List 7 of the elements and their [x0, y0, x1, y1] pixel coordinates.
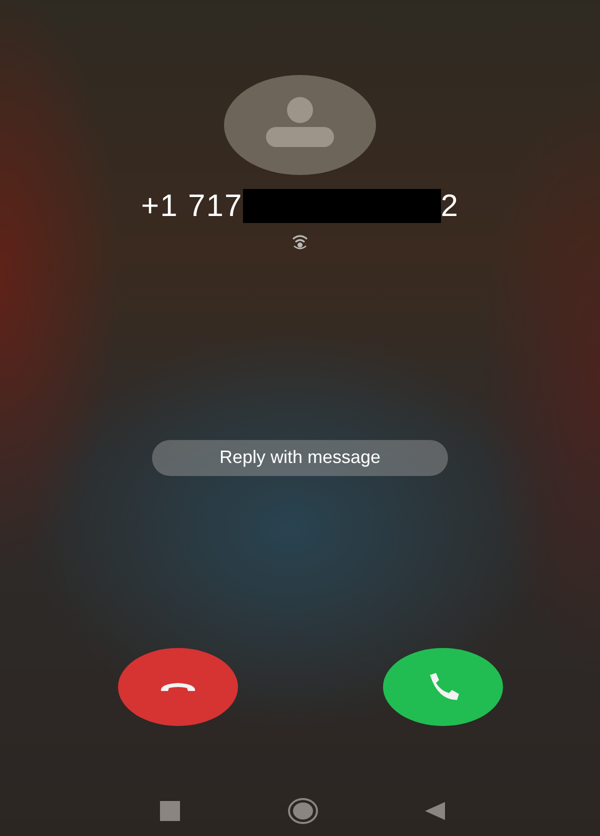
- reply-with-message-button[interactable]: Reply with message: [152, 440, 448, 476]
- back-icon[interactable]: [425, 802, 445, 820]
- hang-up-icon: [158, 680, 198, 694]
- phone-number: +1 717: [141, 187, 243, 225]
- phone-number: 2: [440, 187, 459, 225]
- wifi-call-icon: [291, 234, 309, 250]
- home-icon[interactable]: [288, 798, 318, 824]
